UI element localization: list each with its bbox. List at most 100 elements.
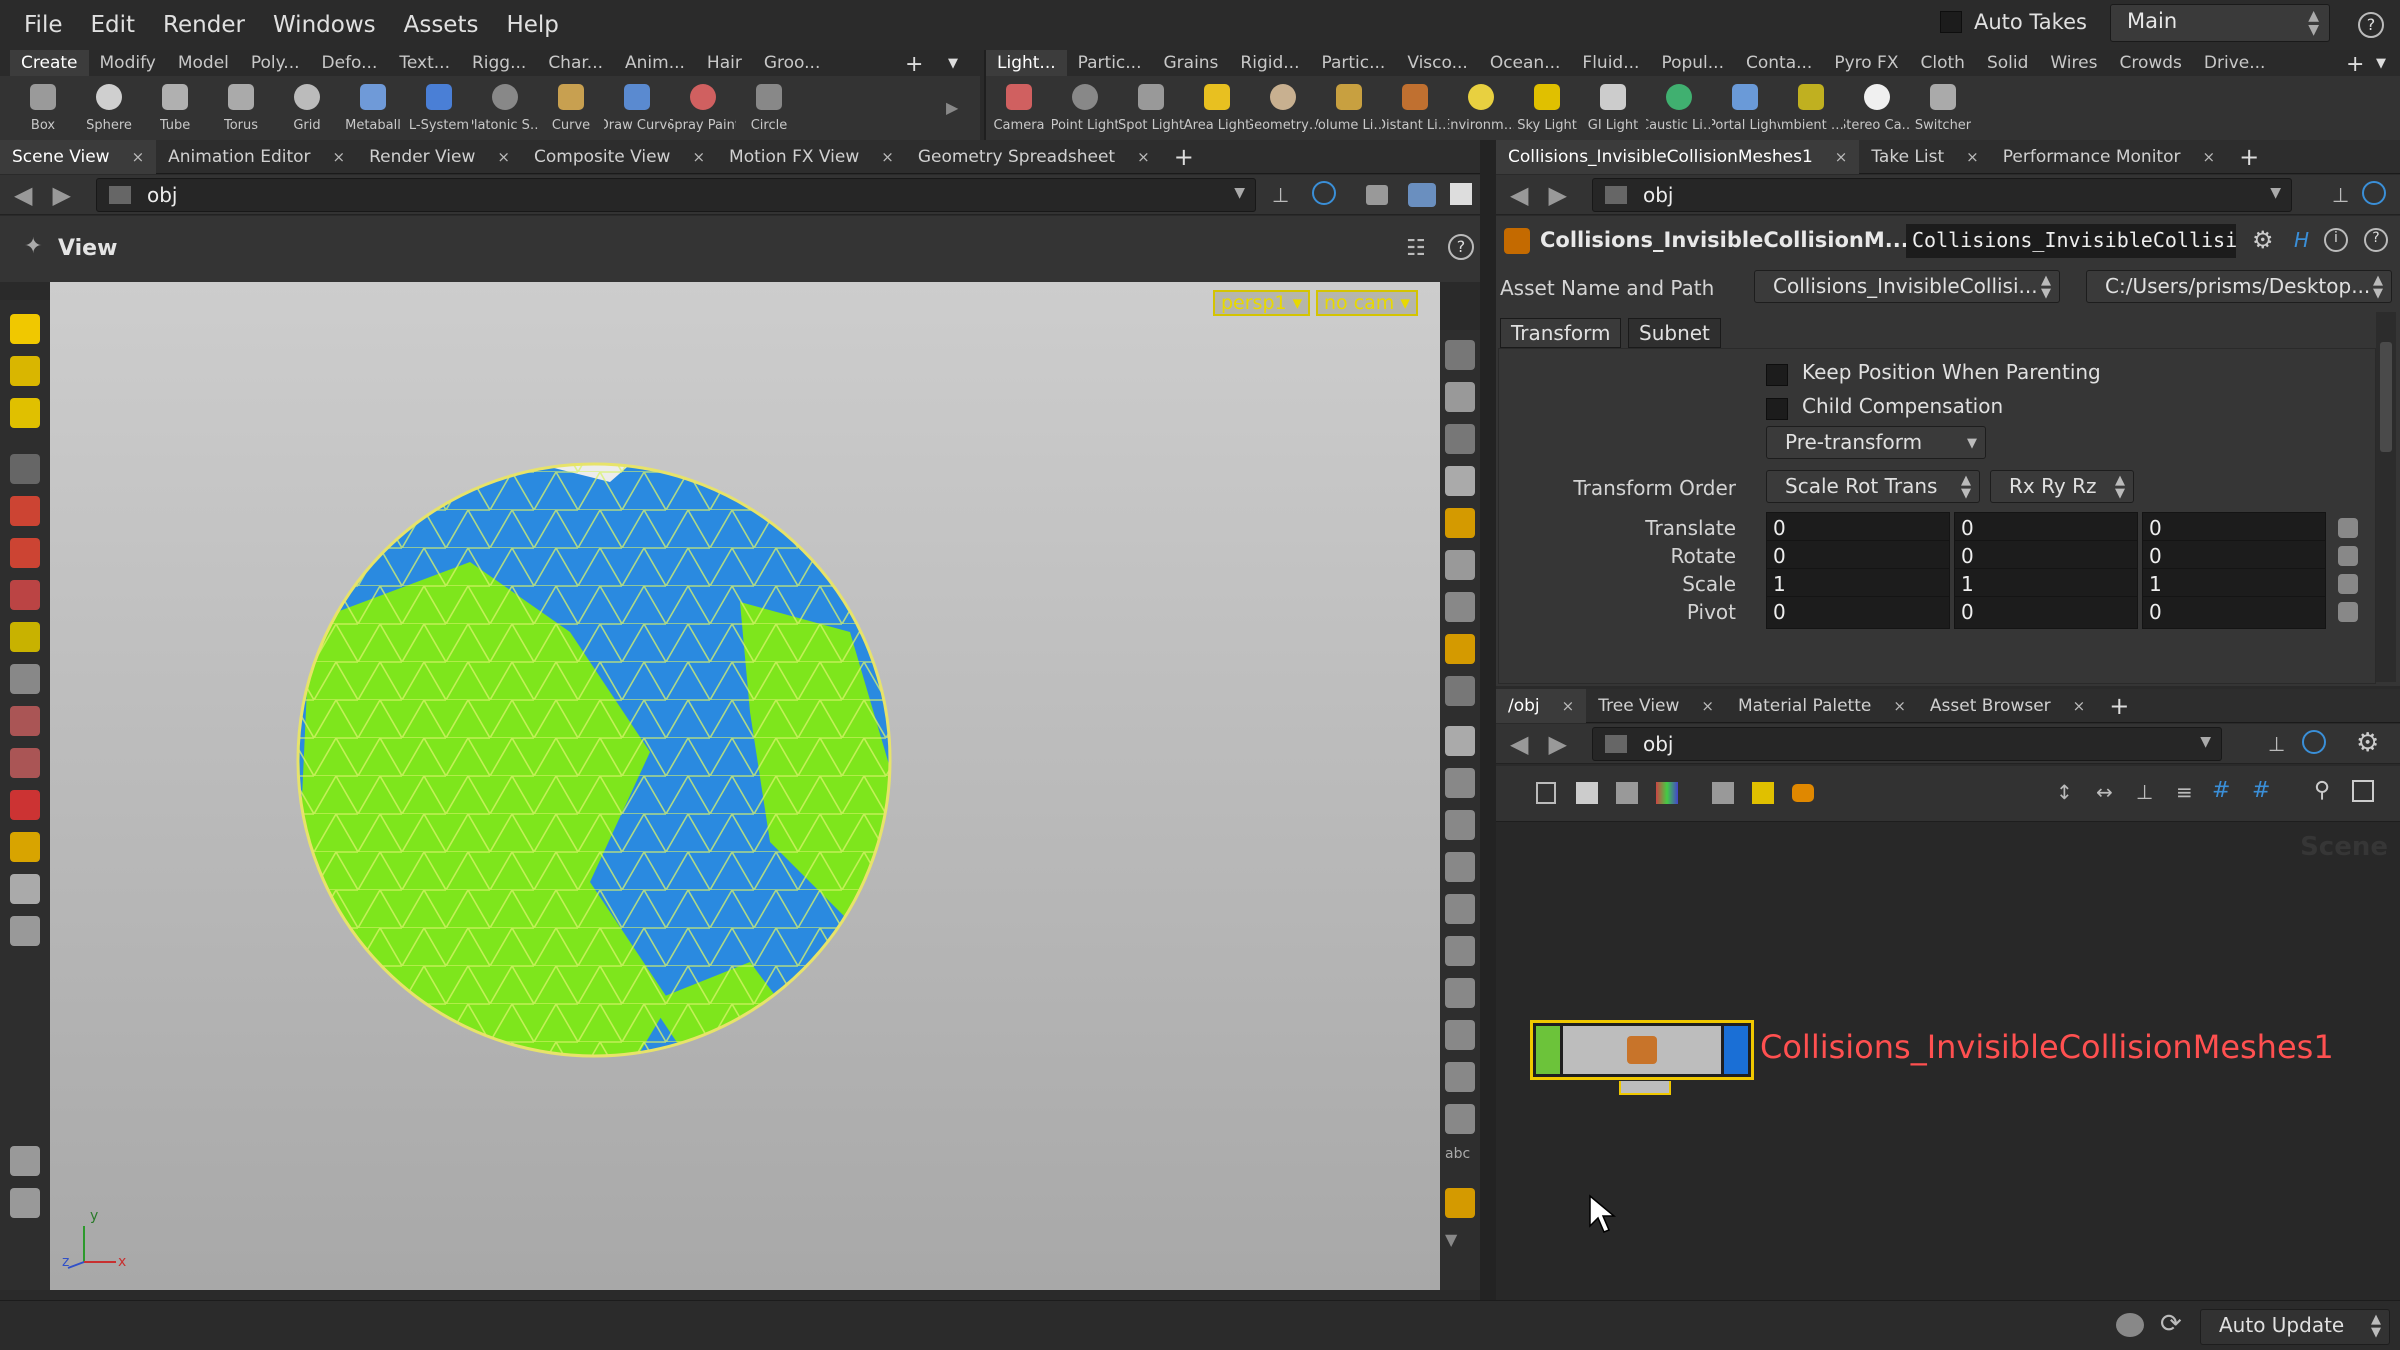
tool-environme-[interactable]: Environme... <box>1448 80 1514 133</box>
param-pane-tab-1[interactable]: Take List × <box>1859 140 1990 174</box>
tree-icon[interactable] <box>1536 782 1556 804</box>
keep-position-checkbox[interactable] <box>1766 364 1788 386</box>
tool-point-light[interactable]: Point Light <box>1052 80 1118 133</box>
menu-assets[interactable]: Assets <box>390 0 493 50</box>
tool-sky-light[interactable]: Sky Light <box>1514 80 1580 133</box>
tool-tube[interactable]: Tube <box>142 80 208 133</box>
network-pane-tab-close-icon[interactable]: × <box>2073 697 2086 715</box>
network-pane-tab-close-icon[interactable]: × <box>1701 697 1714 715</box>
param-scrollbar-thumb[interactable] <box>2380 342 2392 452</box>
right-shelf-tab-8[interactable]: Popul... <box>1650 50 1735 76</box>
network-pane-tab-close-icon[interactable]: × <box>1893 697 1906 715</box>
gear-icon[interactable]: ⚙ <box>2252 226 2274 254</box>
rotate-tool-icon[interactable] <box>10 538 40 568</box>
headlight-icon[interactable] <box>1445 550 1475 580</box>
tool-sphere[interactable]: Sphere <box>76 80 142 133</box>
network-path-field[interactable]: obj ▼ <box>1592 727 2222 761</box>
move-tool-icon[interactable] <box>10 356 40 386</box>
network-link-icon[interactable] <box>2302 730 2326 754</box>
network-box-icon[interactable] <box>1792 784 1814 802</box>
right-shelf-tab-12[interactable]: Solid <box>1976 50 2039 76</box>
left-pane-tab-close-icon[interactable]: × <box>333 148 346 166</box>
back-icon[interactable]: ◀ <box>14 181 32 209</box>
right-shelf-tab-3[interactable]: Rigid... <box>1229 50 1310 76</box>
normals-icon[interactable] <box>1445 768 1475 798</box>
left-shelf-tab-1[interactable]: Modify <box>89 50 167 76</box>
tool-spray-paint[interactable]: Spray Paint <box>670 80 736 133</box>
pane-divider[interactable] <box>1480 140 1496 1300</box>
tool-box[interactable]: Box <box>10 80 76 133</box>
asset-path-select[interactable]: C:/Users/prisms/Desktop... ▲ ▼ <box>2086 270 2392 303</box>
left-pane-tab-3[interactable]: Composite View × <box>522 140 717 174</box>
visibility-icon[interactable] <box>1445 340 1475 370</box>
scale-tool-icon[interactable] <box>10 580 40 610</box>
node-name-field[interactable]: Collisions_InvisibleCollisi <box>1906 224 2236 258</box>
transform-order-select[interactable]: Scale Rot Trans ▲ ▼ <box>1766 470 1980 503</box>
child-comp-checkbox[interactable] <box>1766 398 1788 420</box>
viewport[interactable]: persp1 ▾ no cam ▾ y z x <box>50 282 1440 1290</box>
right-shelf-tab-15[interactable]: Drive... <box>2193 50 2277 76</box>
h-icon[interactable]: H <box>2294 228 2309 252</box>
view-tool-icon[interactable] <box>10 664 40 694</box>
vertex-normals-icon[interactable] <box>1445 810 1475 840</box>
param-back-icon[interactable]: ◀ <box>1510 181 1528 209</box>
frame-icon[interactable] <box>2352 780 2374 802</box>
left-pane-tab-close-icon[interactable]: × <box>497 148 510 166</box>
param-pane-tab-0[interactable]: Collisions_InvisibleCollisionMeshes1 × <box>1496 139 1860 174</box>
left-shelf-tab-2[interactable]: Model <box>167 50 240 76</box>
snap-grid-icon[interactable]: # <box>2252 778 2270 803</box>
lasso-tool-icon[interactable] <box>10 748 40 778</box>
tool-l-system[interactable]: L-System <box>406 80 472 133</box>
tool-icon[interactable] <box>1445 676 1475 706</box>
pointer-tool-icon[interactable] <box>10 454 40 484</box>
left-shelf-tab-4[interactable]: Defo... <box>311 50 389 76</box>
tool-metaball[interactable]: Metaball <box>340 80 406 133</box>
snapshot-icon[interactable] <box>1445 1188 1475 1218</box>
more-icon[interactable]: ▼ <box>1445 1230 1475 1260</box>
right-shelf-tab-0[interactable]: Light... <box>986 50 1067 76</box>
points-icon[interactable] <box>1445 726 1475 756</box>
zoom-icon[interactable]: ⚲ <box>2314 778 2330 803</box>
param-pin-icon[interactable]: ⊥ <box>2332 183 2349 207</box>
text-icon[interactable]: abc <box>1445 1146 1475 1176</box>
help-icon[interactable]: ? <box>2358 12 2384 38</box>
left-pane-tab-0[interactable]: Scene View × <box>0 139 157 174</box>
right-shelf-tab-14[interactable]: Crowds <box>2108 50 2192 76</box>
tool-grid[interactable]: Grid <box>274 80 340 133</box>
right-shelf-tab-10[interactable]: Pyro FX <box>1823 50 1909 76</box>
tool-stereo-cam-[interactable]: Stereo Cam... <box>1844 80 1910 133</box>
tool-ambient-li-[interactable]: Ambient Li... <box>1778 80 1844 133</box>
numbers-icon[interactable] <box>1445 852 1475 882</box>
left-shelf-tab-5[interactable]: Text... <box>388 50 461 76</box>
tool-circle[interactable]: Circle <box>736 80 802 133</box>
grid-icon[interactable]: # <box>2212 778 2230 803</box>
align-vertical-icon[interactable]: ↕ <box>2056 780 2073 804</box>
snap-tool-icon[interactable] <box>10 832 40 862</box>
network-gear-icon[interactable]: ⚙ <box>2356 728 2379 758</box>
render-icon[interactable] <box>10 1188 40 1218</box>
left-pane-add-tab-icon[interactable]: + <box>1162 143 1206 171</box>
left-shelf-add-icon[interactable]: + <box>905 52 923 77</box>
param-pivot-handle-icon[interactable] <box>2338 602 2358 622</box>
network-pane-tab-close-icon[interactable]: × <box>1562 697 1575 715</box>
align-horizontal-icon[interactable]: ↔ <box>2096 780 2113 804</box>
tool-platonic-sol-[interactable]: Platonic Sol... <box>472 80 538 133</box>
left-pane-tab-close-icon[interactable]: × <box>692 148 705 166</box>
view-options-icon[interactable]: ☷ <box>1406 236 1426 261</box>
tool-geometry-l-[interactable]: Geometry L... <box>1250 80 1316 133</box>
left-pane-tab-close-icon[interactable]: × <box>881 148 894 166</box>
left-shelf-tab-7[interactable]: Char... <box>537 50 614 76</box>
network-forward-icon[interactable]: ▶ <box>1548 730 1566 758</box>
flipbook-icon[interactable] <box>10 1146 40 1176</box>
pre-transform-button[interactable]: Pre-transform ▼ <box>1766 426 1986 459</box>
tool-portal-light[interactable]: Portal Light <box>1712 80 1778 133</box>
menu-edit[interactable]: Edit <box>77 0 150 50</box>
node[interactable] <box>1530 1020 1754 1095</box>
param-pane-tab-close-icon[interactable]: × <box>1835 148 1848 166</box>
left-pane-tab-2[interactable]: Render View × <box>357 140 522 174</box>
tool-camera[interactable]: Camera <box>986 80 1052 133</box>
network-pane-tab-0[interactable]: /obj × <box>1496 688 1587 723</box>
left-shelf-tab-8[interactable]: Anim... <box>614 50 696 76</box>
display-icon[interactable] <box>1408 183 1436 207</box>
tool-gi-light[interactable]: GI Light <box>1580 80 1646 133</box>
